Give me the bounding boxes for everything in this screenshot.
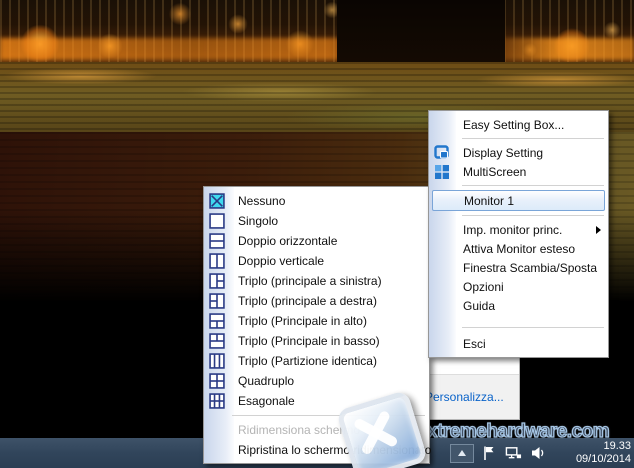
- menu-item-multiscreen[interactable]: MultiScreen: [429, 162, 608, 181]
- layout-triple-main-top-icon: [209, 313, 225, 329]
- menu-item-singolo[interactable]: Singolo: [204, 211, 429, 231]
- chevron-up-icon: [458, 450, 466, 456]
- menu-item-doppio-orizzontale[interactable]: Doppio orizzontale: [204, 231, 429, 251]
- wallpaper-light-band: [0, 38, 634, 60]
- layout-double-vertical-icon: [209, 253, 225, 269]
- menu-item-triplo-principale-a-destra[interactable]: Triplo (principale a destra): [204, 291, 429, 311]
- show-hidden-icons-button[interactable]: [450, 444, 474, 463]
- menu-item-label: Esci: [463, 337, 486, 351]
- clock-date: 09/10/2014: [553, 453, 631, 466]
- submenu-arrow-icon: [596, 226, 601, 234]
- layout-double-horizontal-icon: [209, 233, 225, 249]
- network-icon[interactable]: [505, 445, 522, 462]
- menu-item-triplo-principale-a-sinistra[interactable]: Triplo (principale a sinistra): [204, 271, 429, 291]
- menu-item-label: Triplo (Principale in basso): [238, 334, 380, 348]
- menu-item-label: Singolo: [238, 214, 278, 228]
- display-setting-icon: [434, 145, 450, 161]
- menu-item-monitor-1[interactable]: Monitor 1: [432, 190, 605, 211]
- menu-item-easy-setting-box[interactable]: Easy Setting Box...: [429, 115, 608, 134]
- menu-separator: [462, 138, 604, 139]
- layout-triple-main-right-icon: [209, 293, 225, 309]
- menu-item-label: Guida: [463, 299, 495, 313]
- layout-triple-equal-icon: [209, 353, 225, 369]
- menu-item-label: Easy Setting Box...: [463, 118, 564, 132]
- menu-item-label: Triplo (principale a destra): [238, 294, 377, 308]
- tray-overflow-popup: Personalizza...: [421, 352, 520, 420]
- menu-item-label: Triplo (Principale in alto): [238, 314, 367, 328]
- watermark-text: xtremehardware.com: [427, 421, 609, 443]
- menu-item-label: Doppio verticale: [238, 254, 324, 268]
- menu-item-opzioni[interactable]: Opzioni: [429, 277, 608, 296]
- menu-item-triplo-principale-in-alto[interactable]: Triplo (Principale in alto): [204, 311, 429, 331]
- menu-item-esci[interactable]: Esci: [429, 334, 608, 353]
- desktop: Personalizza... Nessuno Singolo Doppio ori…: [0, 0, 634, 468]
- menu-item-label: Triplo (Partizione identica): [238, 354, 377, 368]
- menu-separator: [462, 215, 604, 216]
- menu-separator: [462, 327, 604, 328]
- layout-hex-icon: [209, 393, 225, 409]
- tray-overflow-footer: Personalizza...: [422, 374, 519, 419]
- menu-item-quadruplo[interactable]: Quadruplo: [204, 371, 429, 391]
- menu-item-attiva-monitor-esteso[interactable]: Attiva Monitor esteso: [429, 239, 608, 258]
- menu-item-label: Quadruplo: [238, 374, 294, 388]
- menu-item-triplo-principale-in-basso[interactable]: Triplo (Principale in basso): [204, 331, 429, 351]
- taskbar-clock[interactable]: 19.33 09/10/2014: [553, 440, 631, 466]
- menu-item-doppio-verticale[interactable]: Doppio verticale: [204, 251, 429, 271]
- menu-item-label: Nessuno: [238, 194, 285, 208]
- menu-item-label: Esagonale: [238, 394, 295, 408]
- menu-item-label: Attiva Monitor esteso: [463, 242, 575, 256]
- menu-item-label: Triplo (principale a sinistra): [238, 274, 382, 288]
- layout-quad-icon: [209, 373, 225, 389]
- menu-item-guida[interactable]: Guida: [429, 296, 608, 315]
- menu-item-label: Finestra Scambia/Sposta: [463, 261, 597, 275]
- menu-item-label: Opzioni: [463, 280, 504, 294]
- personalizza-link[interactable]: Personalizza...: [422, 390, 504, 404]
- layout-triple-main-bottom-icon: [209, 333, 225, 349]
- menu-item-display-setting[interactable]: Display Setting: [429, 143, 608, 162]
- layout-triple-main-left-icon: [209, 273, 225, 289]
- layout-none-icon: [209, 193, 225, 209]
- menu-item-label: Display Setting: [463, 146, 543, 160]
- volume-icon[interactable]: [529, 445, 546, 462]
- menu-item-label: Imp. monitor princ.: [463, 223, 562, 237]
- menu-item-nessuno[interactable]: Nessuno: [204, 191, 429, 211]
- action-center-flag-icon[interactable]: [481, 445, 498, 462]
- menu-item-label: Doppio orizzontale: [238, 234, 337, 248]
- menu-item-label: Monitor 1: [464, 194, 514, 208]
- menu-item-label: MultiScreen: [463, 165, 526, 179]
- menu-item-imp-monitor-princ[interactable]: Imp. monitor princ.: [429, 220, 608, 239]
- menu-separator: [462, 185, 604, 186]
- layout-single-icon: [209, 213, 225, 229]
- wallpaper-bridge-pillar: [337, 0, 505, 68]
- multiscreen-icon: [434, 164, 450, 180]
- easy-setting-box-tray-menu: Easy Setting Box... Display Setting MultiS…: [428, 110, 609, 358]
- menu-item-finestra-scambia-sposta[interactable]: Finestra Scambia/Sposta: [429, 258, 608, 277]
- menu-item-triplo-partizione-identica[interactable]: Triplo (Partizione identica): [204, 351, 429, 371]
